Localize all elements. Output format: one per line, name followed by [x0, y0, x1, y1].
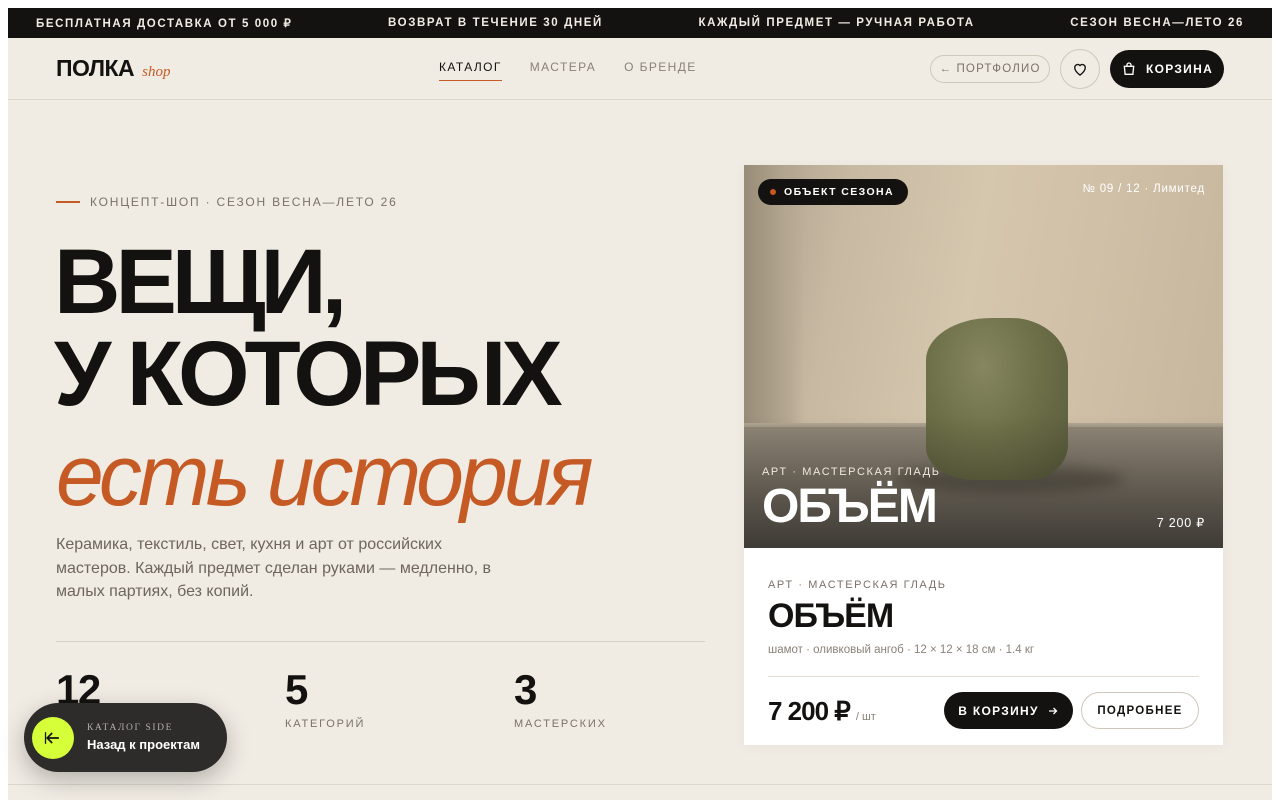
- cart-button[interactable]: КОРЗИНА: [1110, 50, 1224, 88]
- back-caption: КАТАЛОГ SIDE: [87, 723, 174, 733]
- badge-dot: [770, 189, 776, 195]
- stat-categories-value: 5: [285, 666, 308, 713]
- add-to-cart-button[interactable]: В КОРЗИНУ: [944, 692, 1073, 729]
- badge-label: ОБЪЕКТ СЕЗОНА: [784, 186, 895, 198]
- details-label: ПОДРОБНЕЕ: [1097, 704, 1183, 717]
- hero-title-line1: ВЕЩИ,: [54, 231, 347, 333]
- nav-masters[interactable]: МАСТЕРА: [530, 60, 596, 81]
- section-divider: [8, 784, 1272, 785]
- main-nav: КАТАЛОГ МАСТЕРА О БРЕНДЕ: [439, 60, 697, 81]
- hero-lead: Керамика, текстиль, свет, кухня и арт от…: [56, 536, 491, 600]
- logo-subtitle: shop: [142, 64, 171, 80]
- arrow-right-icon: [1048, 707, 1058, 714]
- nav-catalog[interactable]: КАТАЛОГ: [439, 60, 502, 81]
- bag-icon: [1123, 62, 1135, 75]
- product-photo[interactable]: ОБЪЕКТ СЕЗОНА № 09 / 12 · Лимитед АРТ · …: [744, 165, 1223, 548]
- back-circle: [32, 717, 74, 759]
- featured-product-card: ОБЪЕКТ СЕЗОНА № 09 / 12 · Лимитед АРТ · …: [744, 165, 1223, 745]
- hero-divider: [56, 641, 705, 642]
- arrow-left-icon: [44, 732, 59, 744]
- stat-categories: 5 КАТЕГОРИЙ: [285, 666, 366, 731]
- nav-about[interactable]: О БРЕНДЕ: [624, 60, 697, 81]
- ticker-item-season: СЕЗОН ВЕСНА—ЛЕТО 26: [1070, 17, 1244, 29]
- photo-price: 7 200 ₽: [1156, 516, 1205, 530]
- photo-title: ОБЪЁМ: [762, 480, 938, 533]
- ticker-item-returns: ВОЗВРАТ В ТЕЧЕНИЕ 30 ДНЕЙ: [388, 17, 603, 29]
- back-to-projects-button[interactable]: КАТАЛОГ SIDE Назад к проектам: [24, 703, 227, 772]
- add-to-cart-label: В КОРЗИНУ: [958, 703, 1039, 718]
- page: БЕСПЛАТНАЯ ДОСТАВКА ОТ 5 000 ₽ ВОЗВРАТ В…: [8, 8, 1272, 800]
- favorites-button[interactable]: [1060, 49, 1100, 89]
- product-meta: АРТ · МАСТЕРСКАЯ ГЛАДЬ: [768, 579, 947, 591]
- details-button[interactable]: ПОДРОБНЕЕ: [1081, 692, 1199, 729]
- stat-workshops: 3 МАСТЕРСКИХ: [514, 666, 607, 731]
- eyebrow-line: [56, 201, 80, 203]
- hero-title-line2: У КОТОРЫХ: [54, 323, 563, 425]
- portfolio-button[interactable]: ← ПОРТФОЛИО: [930, 55, 1050, 83]
- price-value: 7 200 ₽: [768, 696, 851, 726]
- photo-meta: АРТ · МАСТЕРСКАЯ ГЛАДЬ: [762, 466, 941, 478]
- ticker-item-delivery: БЕСПЛАТНАЯ ДОСТАВКА ОТ 5 000 ₽: [36, 18, 293, 30]
- heart-icon: [1074, 63, 1086, 76]
- logo[interactable]: ПОЛКА shop: [56, 55, 170, 82]
- product-title: ОБЪЁМ: [768, 597, 894, 635]
- season-badge: ОБЪЕКТ СЕЗОНА: [758, 179, 909, 205]
- logo-wordmark: ПОЛКА: [56, 55, 135, 81]
- announcement-ticker: БЕСПЛАТНАЯ ДОСТАВКА ОТ 5 000 ₽ ВОЗВРАТ В…: [8, 8, 1272, 38]
- product-price: 7 200 ₽ / шт: [768, 696, 876, 727]
- stat-categories-label: КАТЕГОРИЙ: [285, 718, 366, 730]
- back-label: Назад к проектам: [87, 737, 200, 752]
- site-header: ПОЛКА shop КАТАЛОГ МАСТЕРА О БРЕНДЕ ← ПО…: [8, 38, 1272, 100]
- edition-number: № 09 / 12 · Лимитед: [1082, 183, 1205, 195]
- stat-workshops-value: 3: [514, 666, 537, 713]
- hero-eyebrow: КОНЦЕПТ-ШОП · СЕЗОН ВЕСНА—ЛЕТО 26: [56, 195, 398, 209]
- eyebrow-text: КОНЦЕПТ-ШОП · СЕЗОН ВЕСНА—ЛЕТО 26: [90, 195, 398, 209]
- stat-workshops-label: МАСТЕРСКИХ: [514, 718, 607, 730]
- ticker-item-handmade: КАЖДЫЙ ПРЕДМЕТ — РУЧНАЯ РАБОТА: [698, 17, 975, 29]
- cart-label: КОРЗИНА: [1145, 62, 1214, 76]
- hero-title-accent: есть история: [56, 428, 594, 524]
- product-spec: шамот · оливковый ангоб · 12 × 12 × 18 с…: [768, 644, 1035, 656]
- card-divider: [768, 676, 1199, 677]
- portfolio-label: ← ПОРТФОЛИО: [939, 63, 1041, 75]
- price-unit: / шт: [855, 711, 876, 723]
